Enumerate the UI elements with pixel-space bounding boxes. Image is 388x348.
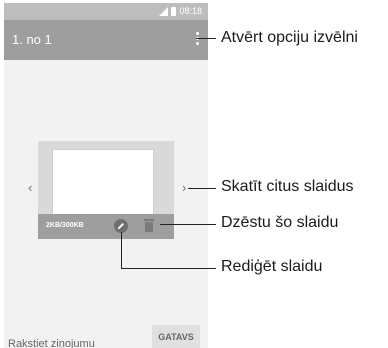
slide-card: 2KB/300KB <box>38 141 174 239</box>
pencil-icon[interactable] <box>114 219 128 233</box>
slide-size-label: 2KB/300KB <box>46 222 84 229</box>
message-input[interactable]: Rakstiet ziņojumu <box>8 338 95 348</box>
previous-slide-icon[interactable]: ‹ <box>28 181 32 194</box>
callout-line-edit-horizontal <box>121 268 216 269</box>
callout-line-delete <box>160 224 216 225</box>
battery-icon <box>171 6 177 16</box>
callout-line-options <box>196 38 216 39</box>
next-slide-icon[interactable]: › <box>182 181 186 194</box>
callout-view-slides: Skatīt citus slaidus <box>221 178 354 195</box>
trash-icon[interactable] <box>144 219 154 233</box>
callout-line-view-slides <box>188 188 216 189</box>
slide-toolbar: 2KB/300KB <box>38 214 174 239</box>
done-button[interactable]: GATAVS <box>152 325 200 348</box>
page-title: 1. no 1 <box>12 32 52 47</box>
phone-screen: 08:18 1. no 1 ‹ 2KB/300KB › Rakstiet ziņ… <box>4 3 208 348</box>
callout-edit-slide: Rediģēt slaidu <box>221 258 323 275</box>
callout-line-edit-vertical <box>121 232 122 269</box>
app-bar: 1. no 1 <box>4 20 208 60</box>
slide-thumbnail[interactable] <box>52 149 154 216</box>
status-time: 08:18 <box>179 6 202 16</box>
callout-options-menu: Atvērt opciju izvēlni <box>221 29 358 46</box>
status-bar: 08:18 <box>4 3 208 20</box>
more-vert-icon[interactable] <box>194 32 200 48</box>
signal-icon <box>159 6 169 16</box>
callout-delete-slide: Dzēstu šo slaidu <box>221 214 339 231</box>
